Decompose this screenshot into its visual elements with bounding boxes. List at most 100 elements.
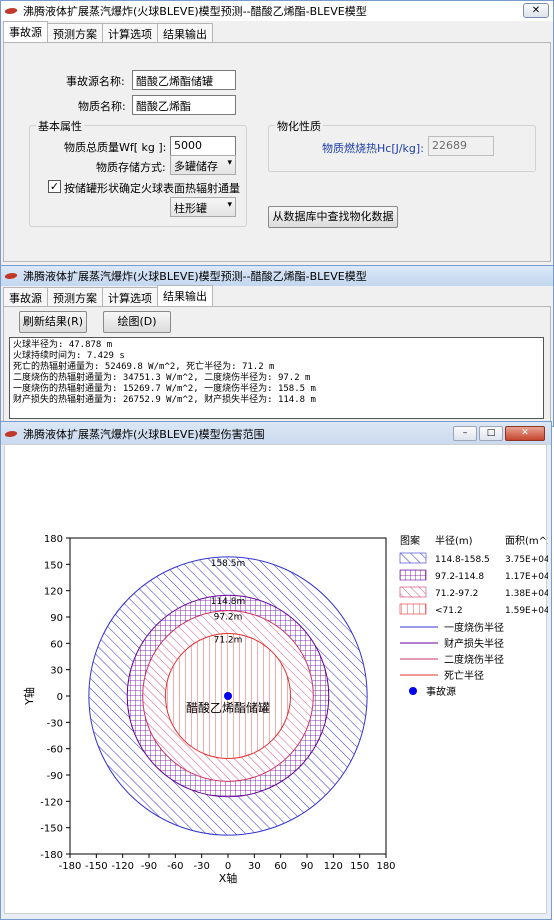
storage-select-value: 多罐储存 xyxy=(174,160,218,173)
legend-line-label: 财产损失半径 xyxy=(444,637,504,650)
tab-output[interactable]: 结果输出 xyxy=(157,285,213,306)
x-tick-label: 180 xyxy=(376,861,395,872)
legend-area: 1.17E+04 xyxy=(505,572,548,582)
legend-range: <71.2 xyxy=(435,606,463,616)
x-tick-label: -150 xyxy=(85,861,108,872)
maximize-icon[interactable]: □ xyxy=(479,426,503,441)
tab-options[interactable]: 计算选项 xyxy=(102,287,158,306)
refresh-results-button[interactable]: 刷新结果(R) xyxy=(19,311,87,333)
y-tick-label: -180 xyxy=(40,850,63,861)
legend-area: 1.38E+04 xyxy=(505,589,548,599)
material-name-label: 物质名称: xyxy=(78,100,126,113)
results-tabs: 事故源 预测方案 计算选项 结果输出 xyxy=(1,285,213,307)
results-text[interactable]: 火球半径为: 47.878 m 火球持续时间为: 7.429 s 死亡的热辐射通量为… xyxy=(9,337,544,419)
damage-plot: 158.5m 114.8m 97.2m 71.2m 醋酸乙烯酯储罐 -180 -150 -1… xyxy=(4,444,548,914)
shape-checkbox[interactable]: ✓ xyxy=(48,180,61,193)
tab-scheme[interactable]: 预测方案 xyxy=(47,287,103,306)
mass-field[interactable]: 5000 xyxy=(170,136,236,156)
source-label: 醋酸乙烯酯储罐 xyxy=(186,700,270,715)
y-tick-label: 30 xyxy=(50,666,63,677)
plot-title-bar: 沸腾液体扩展蒸汽爆炸(火球BLEVE)模型伤害范围 – □ ✕ xyxy=(1,422,551,445)
x-tick-label: 0 xyxy=(225,861,231,872)
result-line: 火球持续时间为: 7.429 s xyxy=(13,351,125,361)
plot-window-title: 沸腾液体扩展蒸汽爆炸(火球BLEVE)模型伤害范围 xyxy=(23,427,265,441)
x-tick-label: -60 xyxy=(167,861,183,872)
material-name-field[interactable]: 醋酸乙烯酯 xyxy=(132,95,236,115)
heat-field[interactable]: 22689 xyxy=(428,136,494,156)
x-tick-label: 90 xyxy=(301,861,314,872)
y-tick-label: 120 xyxy=(44,587,63,598)
radius-label: 114.8m xyxy=(211,597,246,607)
results-title-bar: 沸腾液体扩展蒸汽爆炸(火球BLEVE)模型预测--醋酸乙烯酯-BLEVE模型 xyxy=(1,266,553,286)
source-tab-panel: 事故源名称: 醋酸乙烯酯储罐 物质名称: 醋酸乙烯酯 基本属性 物质总质量Wf[… xyxy=(3,42,551,262)
x-axis-label: X轴 xyxy=(219,871,238,885)
app-icon xyxy=(5,6,19,16)
result-line: 一度烧伤的热辐射通量为: 15269.7 W/m^2, 一度烧伤半径为: 158… xyxy=(13,384,316,394)
app-icon xyxy=(5,429,19,439)
x-tick-label: 60 xyxy=(274,861,287,872)
result-line: 火球半径为: 47.878 m xyxy=(13,340,113,350)
db-lookup-button[interactable]: 从数据库中查找物化数据 xyxy=(268,206,398,228)
chevron-down-icon: ▾ xyxy=(227,158,232,168)
chevron-down-icon: ▾ xyxy=(227,200,232,210)
app-icon xyxy=(5,271,19,281)
legend-swatch xyxy=(399,603,427,615)
x-tick-label: -180 xyxy=(59,861,82,872)
result-line: 死亡的热辐射通量为: 52469.8 W/m^2, 死亡半径为: 71.2 m xyxy=(13,362,275,372)
tab-source[interactable]: 事故源 xyxy=(3,287,48,306)
source-name-field[interactable]: 醋酸乙烯酯储罐 xyxy=(132,70,236,90)
storage-select[interactable]: 多罐储存 ▾ xyxy=(170,155,236,175)
physchem-title: 物化性质 xyxy=(275,118,323,134)
x-tick-label: 150 xyxy=(350,861,369,872)
legend-swatch xyxy=(399,586,427,598)
y-tick-label: 180 xyxy=(44,534,63,545)
result-line: 二度烧伤的热辐射通量为: 34751.3 W/m^2, 二度烧伤半径为: 97.… xyxy=(13,373,311,383)
legend-header: 面积(m^2) xyxy=(505,535,548,547)
legend-header: 图案 xyxy=(400,534,420,547)
tab-source[interactable]: 事故源 xyxy=(3,21,48,42)
radius-label: 97.2m xyxy=(214,613,243,623)
y-tick-label: -90 xyxy=(47,771,63,782)
tab-options[interactable]: 计算选项 xyxy=(102,23,158,42)
x-tick-label: -120 xyxy=(111,861,134,872)
result-line: 财产损失的热辐射通量为: 26752.9 W/m^2, 财产损失半径为: 114… xyxy=(13,395,316,405)
y-tick-label: -150 xyxy=(40,824,63,835)
config-window-title: 沸腾液体扩展蒸汽爆炸(火球BLEVE)模型预测--醋酸乙烯酯-BLEVE模型 xyxy=(23,5,367,18)
y-axis-label: Y轴 xyxy=(22,687,36,706)
legend-line-label: 一度烧伤半径 xyxy=(444,621,504,634)
source-name-label: 事故源名称: xyxy=(66,75,125,88)
y-tick-label: -60 xyxy=(47,745,63,756)
results-window-title: 沸腾液体扩展蒸汽爆炸(火球BLEVE)模型预测--醋酸乙烯酯-BLEVE模型 xyxy=(23,270,367,283)
legend-header: 半径(m) xyxy=(435,534,473,547)
legend-line-label: 死亡半径 xyxy=(444,669,484,682)
shape-select-value: 柱形罐 xyxy=(174,202,207,215)
radius-label: 71.2m xyxy=(214,636,243,646)
x-tick-label: 30 xyxy=(248,861,261,872)
x-tick-label: 120 xyxy=(324,861,343,872)
shape-select[interactable]: 柱形罐 ▾ xyxy=(170,197,236,217)
legend-area: 3.75E+04 xyxy=(505,555,548,565)
y-tick-label: -120 xyxy=(40,797,63,808)
legend-area: 1.59E+04 xyxy=(505,606,548,616)
legend-marker-label: 事故源 xyxy=(426,685,456,698)
tab-output[interactable]: 结果输出 xyxy=(157,23,213,42)
config-window: 沸腾液体扩展蒸汽爆炸(火球BLEVE)模型预测--醋酸乙烯酯-BLEVE模型 ✕… xyxy=(0,0,554,266)
close-icon[interactable]: ✕ xyxy=(523,3,549,18)
y-tick-label: 150 xyxy=(44,560,63,571)
legend-marker xyxy=(409,687,417,695)
heat-label: 物质燃烧热Hc[J/kg]: xyxy=(322,142,424,155)
minimize-icon[interactable]: – xyxy=(453,426,477,441)
y-tick-label: -30 xyxy=(47,718,63,729)
source-marker xyxy=(224,692,232,700)
plot-button[interactable]: 绘图(D) xyxy=(103,311,171,333)
config-tabs: 事故源 预测方案 计算选项 结果输出 xyxy=(1,21,213,43)
y-tick-label: 90 xyxy=(50,613,63,624)
legend-line-label: 二度烧伤半径 xyxy=(444,653,504,666)
tab-scheme[interactable]: 预测方案 xyxy=(47,23,103,42)
x-tick-label: -30 xyxy=(193,861,209,872)
legend-range: 71.2-97.2 xyxy=(435,589,478,599)
damage-range-chart: 158.5m114.8m97.2m71.2m醋酸乙烯酯储罐 -180 -150 -1… xyxy=(22,534,548,885)
close-icon[interactable]: ✕ xyxy=(505,426,545,441)
legend-range: 97.2-114.8 xyxy=(435,572,484,582)
legend-swatch xyxy=(399,569,427,581)
